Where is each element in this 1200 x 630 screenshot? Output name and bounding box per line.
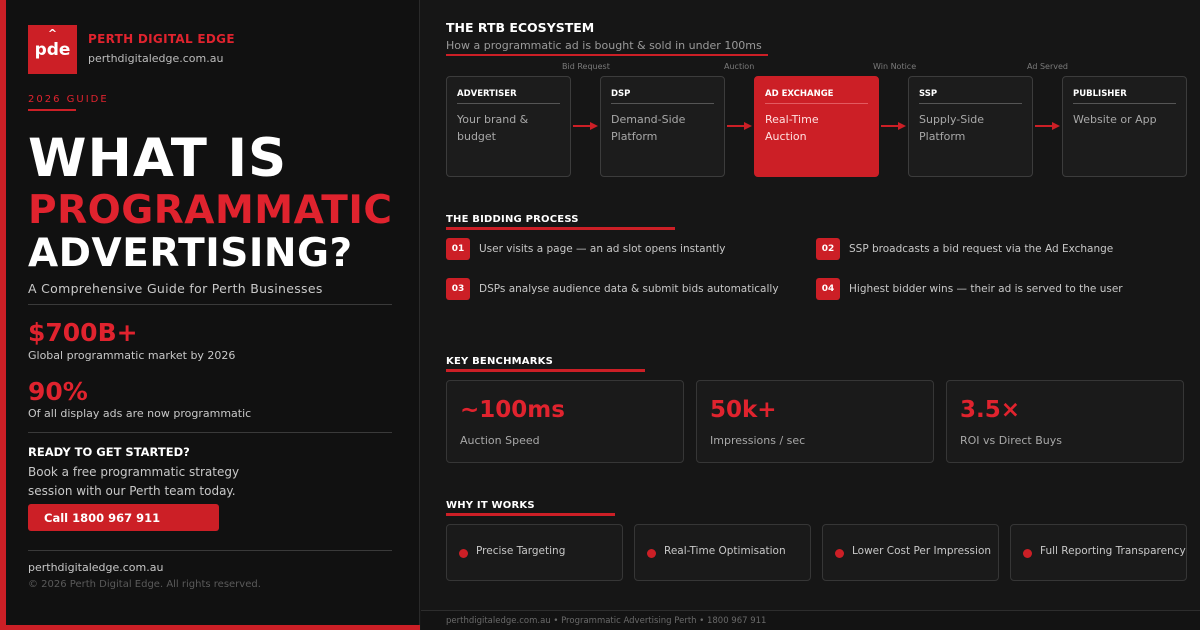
bullet-dot-icon xyxy=(647,549,656,558)
cta-text: Book a free programmatic strategy sessio… xyxy=(28,465,240,498)
node-dsp: DSP Demand-Side Platform xyxy=(600,76,725,177)
benchmark-label: Auction Speed xyxy=(460,434,540,447)
why-card: Full Reporting Transparency xyxy=(1010,524,1187,581)
ecosystem-subtitle: How a programmatic ad is bought & sold i… xyxy=(446,39,762,52)
divider xyxy=(28,550,392,551)
arrow-right-icon xyxy=(1035,122,1060,130)
copyright-text: © 2026 Perth Digital Edge. All rights re… xyxy=(28,579,261,590)
step-label-bid-request: Bid Request xyxy=(562,62,610,71)
divider xyxy=(28,304,392,305)
step-number: 02 xyxy=(816,238,840,260)
node-ssp: SSP Supply-Side Platform xyxy=(908,76,1033,177)
stat-label: Of all display ads are now programmatic xyxy=(28,407,252,420)
bidding-underline xyxy=(446,227,675,230)
why-text: Real-Time Optimisation xyxy=(664,545,786,557)
benchmarks-title: KEY BENCHMARKS xyxy=(446,356,553,367)
bidding-title: THE BIDDING PROCESS xyxy=(446,214,579,225)
step-label-auction: Auction xyxy=(724,62,755,71)
node-desc: Website or App xyxy=(1073,113,1157,126)
step-label-ad-served: Ad Served xyxy=(1027,62,1068,71)
cta-title: READY TO GET STARTED? xyxy=(28,445,190,459)
node-publisher: PUBLISHER Website or App xyxy=(1062,76,1187,177)
logo-text: pde xyxy=(34,40,71,60)
why-text: Precise Targeting xyxy=(476,545,566,557)
node-title: DSP xyxy=(611,89,714,104)
node-desc: Demand-Side Platform xyxy=(611,113,686,143)
why-title: WHY IT WORKS xyxy=(446,500,535,511)
why-text: Full Reporting Transparency xyxy=(1040,545,1186,557)
step-text: User visits a page — an ad slot opens in… xyxy=(479,243,726,255)
footer-bar: perthdigitaledge.com.au • Programmatic A… xyxy=(421,610,1200,630)
step-text: SSP broadcasts a bid request via the Ad … xyxy=(849,243,1114,255)
bullet-dot-icon xyxy=(459,549,468,558)
arrow-right-icon xyxy=(573,122,598,130)
node-desc: Supply-Side Platform xyxy=(919,113,985,143)
step-text: Highest bidder wins — their ad is served… xyxy=(849,283,1123,295)
brand-name: PERTH DIGITAL EDGE xyxy=(88,32,235,46)
node-title: SSP xyxy=(919,89,1022,104)
step-number: 01 xyxy=(446,238,470,260)
left-panel: ^ pde PERTH DIGITAL EDGE perthdigitaledg… xyxy=(0,0,420,630)
divider xyxy=(28,432,392,433)
benchmarks-underline xyxy=(446,369,645,372)
hero-title-line2: PROGRAMMATIC xyxy=(28,188,393,233)
benchmark-card: ~100ms Auction Speed xyxy=(446,380,684,463)
step-text: DSPs analyse audience data & submit bids… xyxy=(479,283,779,295)
node-desc: Real-Time Auction xyxy=(765,113,819,143)
why-card: Precise Targeting xyxy=(446,524,623,581)
eyebrow-underline xyxy=(28,109,76,111)
benchmark-label: Impressions / sec xyxy=(710,434,806,447)
benchmark-label: ROI vs Direct Buys xyxy=(960,434,1062,447)
stat-label: Global programmatic market by 2026 xyxy=(28,349,236,362)
step-label-win-notice: Win Notice xyxy=(873,62,917,71)
benchmark-card: 3.5× ROI vs Direct Buys xyxy=(946,380,1184,463)
benchmark-value: 3.5× xyxy=(960,397,1021,423)
pde-logo[interactable]: ^ pde xyxy=(28,25,77,74)
guide-eyebrow: 2026 GUIDE xyxy=(28,94,109,105)
why-card: Real-Time Optimisation xyxy=(634,524,811,581)
footer-bar-text: perthdigitaledge.com.au • Programmatic A… xyxy=(446,616,767,626)
bottom-accent-bar xyxy=(0,625,420,630)
ecosystem-title: THE RTB ECOSYSTEM xyxy=(446,20,595,35)
why-text: Lower Cost Per Impression xyxy=(852,545,992,557)
bullet-dot-icon xyxy=(835,549,844,558)
stat-value: $700B+ xyxy=(28,318,138,347)
node-title: PUBLISHER xyxy=(1073,89,1176,104)
step-number: 04 xyxy=(816,278,840,300)
hero-title-line1: WHAT IS xyxy=(28,128,288,189)
node-advertiser: ADVERTISER Your brand & budget xyxy=(446,76,571,177)
step-number: 03 xyxy=(446,278,470,300)
node-title: AD EXCHANGE xyxy=(765,89,868,104)
node-title: ADVERTISER xyxy=(457,89,560,104)
hero-subtitle: A Comprehensive Guide for Perth Business… xyxy=(28,281,323,296)
accent-stripe xyxy=(0,0,6,630)
footer-url[interactable]: perthdigitaledge.com.au xyxy=(28,561,163,574)
benchmark-card: 50k+ Impressions / sec xyxy=(696,380,934,463)
why-underline xyxy=(446,513,615,516)
ecosystem-underline xyxy=(446,54,768,56)
bullet-dot-icon xyxy=(1023,549,1032,558)
benchmark-value: ~100ms xyxy=(460,397,565,423)
logo-caret: ^ xyxy=(47,27,58,40)
brand-url[interactable]: perthdigitaledge.com.au xyxy=(88,52,223,65)
stat-value: 90% xyxy=(28,377,88,406)
node-desc: Your brand & budget xyxy=(457,113,529,143)
hero-title-line3: ADVERTISING? xyxy=(28,231,353,276)
node-ad-exchange: AD EXCHANGE Real-Time Auction xyxy=(754,76,879,177)
benchmark-value: 50k+ xyxy=(710,397,777,423)
why-card: Lower Cost Per Impression xyxy=(822,524,999,581)
call-button[interactable]: Call 1800 967 911 xyxy=(28,504,219,531)
arrow-right-icon xyxy=(727,122,752,130)
arrow-right-icon xyxy=(881,122,906,130)
